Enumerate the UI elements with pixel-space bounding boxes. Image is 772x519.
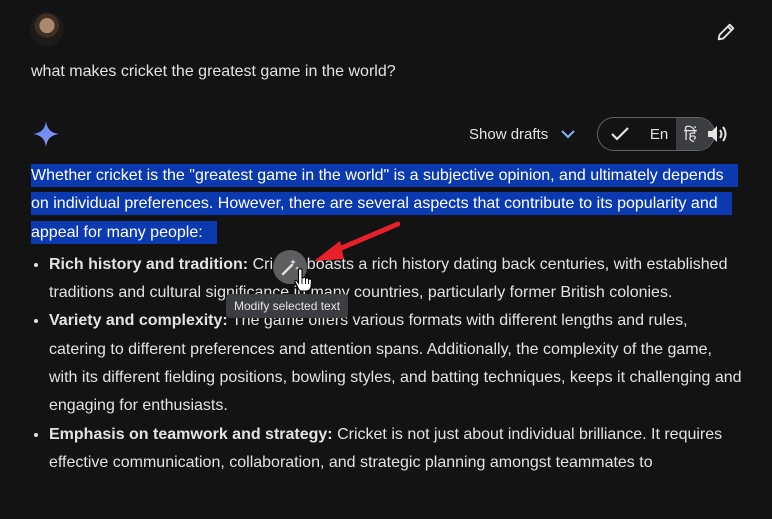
- chevron-down-icon: [561, 130, 575, 139]
- tooltip: Modify selected text: [226, 294, 349, 318]
- list-item: Emphasis on teamwork and strategy: Crick…: [49, 421, 743, 478]
- response-points-list: Rich history and tradition: Cricket boas…: [31, 251, 743, 477]
- chat-page: what makes cricket the greatest game in …: [0, 0, 772, 519]
- user-prompt: what makes cricket the greatest game in …: [31, 63, 396, 80]
- hand-cursor-icon: [294, 268, 313, 292]
- edit-prompt-button[interactable]: [712, 18, 740, 46]
- show-drafts-button[interactable]: Show drafts: [469, 123, 576, 145]
- point-title: Variety and complexity:: [49, 312, 228, 330]
- language-toggle[interactable]: En हिं: [597, 117, 715, 151]
- point-title: Rich history and tradition:: [49, 255, 249, 273]
- user-avatar: [30, 12, 64, 46]
- language-selected-check: [598, 118, 642, 150]
- language-option-english[interactable]: En: [642, 126, 676, 143]
- speaker-icon[interactable]: [707, 124, 729, 144]
- gemini-spark-icon: [33, 121, 59, 147]
- pencil-icon: [717, 23, 735, 41]
- show-drafts-label: Show drafts: [469, 125, 549, 143]
- annotation-arrow-icon: [314, 221, 400, 261]
- point-title: Emphasis on teamwork and strategy:: [49, 425, 333, 443]
- checkmark-icon: [611, 127, 629, 141]
- list-item: Variety and complexity: The game offers …: [49, 307, 743, 420]
- response-body: Whether cricket is the "greatest game in…: [31, 162, 743, 477]
